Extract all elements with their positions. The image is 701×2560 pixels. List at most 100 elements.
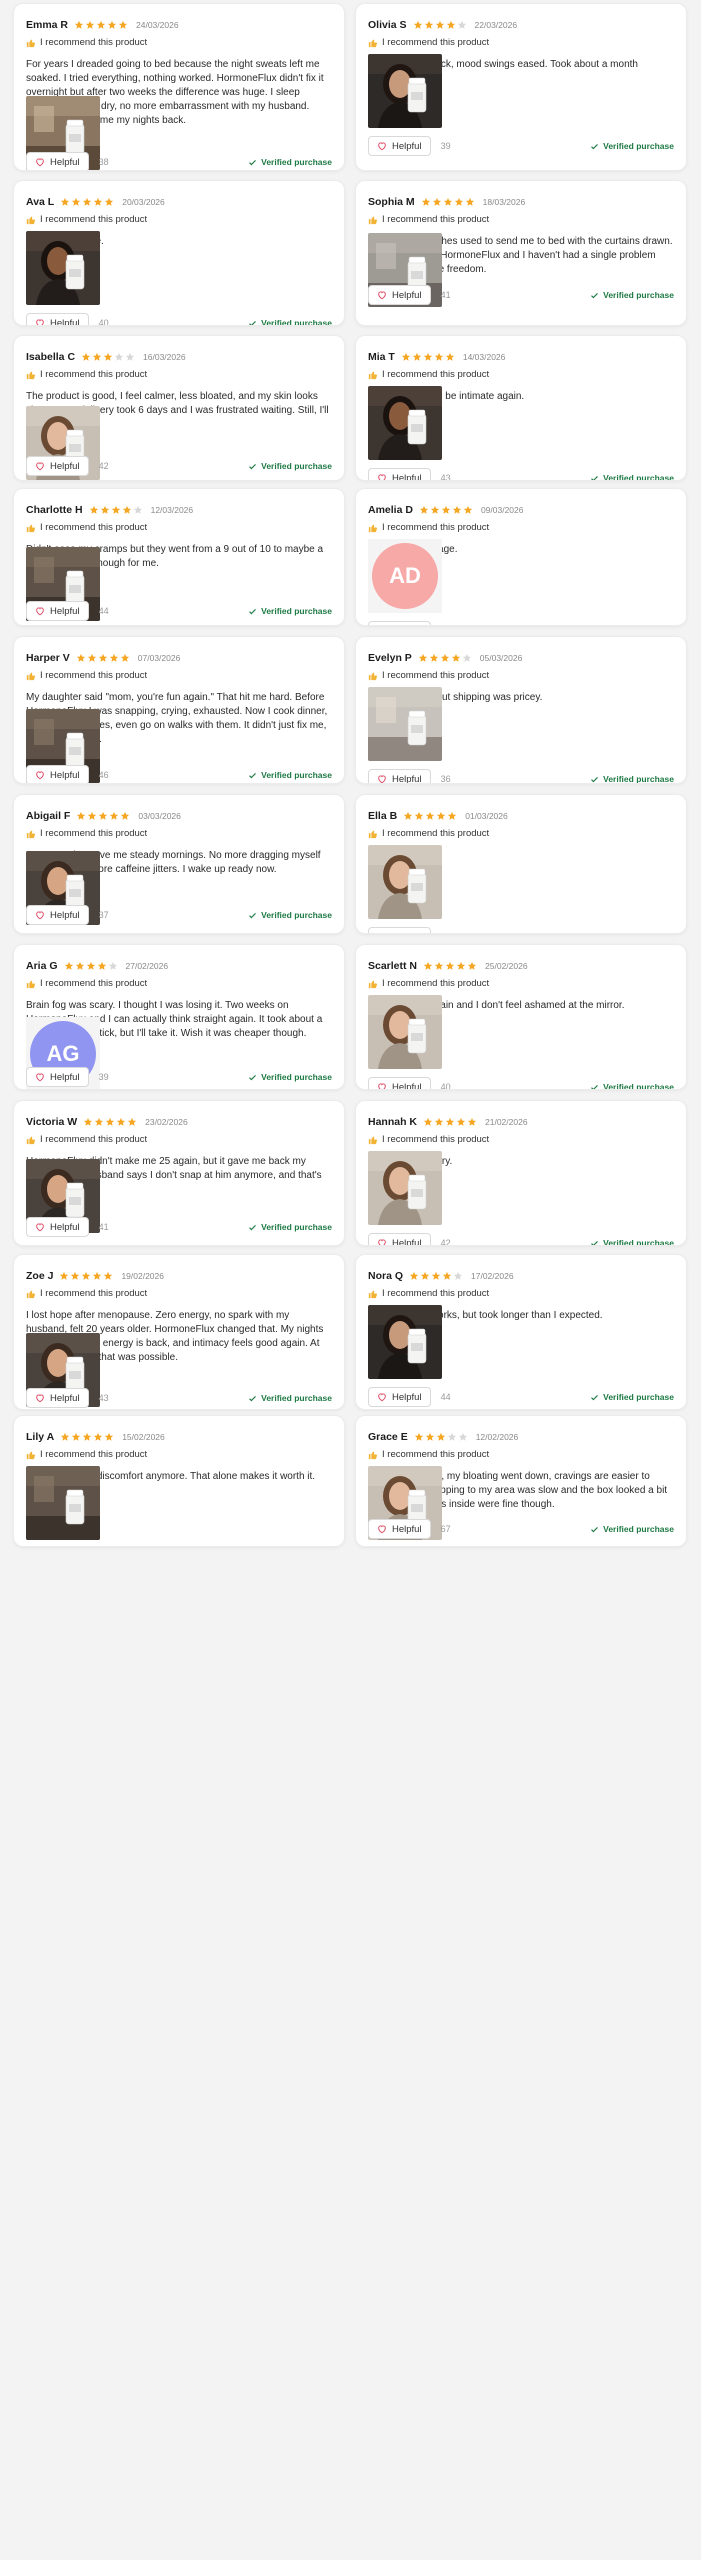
recommend-label: I recommend this product: [382, 828, 490, 839]
helpful-button[interactable]: Helpful: [26, 1067, 89, 1087]
star-icon: [83, 1117, 93, 1127]
helpful-button[interactable]: Helpful: [26, 152, 89, 170]
review-card: Scarlett N 25/02/2026 I recommend this p…: [355, 944, 687, 1090]
reviewer-name: Zoe J: [26, 1270, 54, 1282]
heart-icon: [377, 1238, 387, 1245]
star-icon: [118, 20, 128, 30]
check-icon: [590, 1525, 599, 1534]
recommend-label: I recommend this product: [40, 1449, 148, 1460]
review-header: Charlotte H 12/03/2026: [26, 503, 332, 517]
recommend-line: I recommend this product: [26, 369, 332, 380]
reviewer-name: Mia T: [368, 351, 395, 363]
thumbs-up-icon: [368, 523, 378, 533]
helpful-button[interactable]: Helpful: [26, 1217, 89, 1237]
recommend-line: I recommend this product: [368, 1288, 674, 1299]
helpful-button[interactable]: Helpful: [368, 468, 431, 481]
reviewer-name: Ava L: [26, 196, 55, 208]
review-card: Zoe J 19/02/2026 I recommend this produc…: [13, 1254, 345, 1410]
star-icon: [414, 811, 424, 821]
helpful-label: Helpful: [392, 472, 422, 481]
recommend-label: I recommend this product: [382, 1288, 490, 1299]
star-icon: [409, 1271, 419, 1281]
review-photo[interactable]: [26, 231, 100, 305]
star-rating: [59, 1271, 113, 1281]
review-card: Aria G 27/02/2026 I recommend this produ…: [13, 944, 345, 1090]
helpful-button[interactable]: Helpful: [26, 313, 89, 325]
star-rating: [81, 352, 135, 362]
star-icon: [452, 505, 462, 515]
review-card: Ava L 20/03/2026 I recommend this produc…: [13, 180, 345, 326]
verified-label: Verified purchase: [261, 770, 332, 780]
helpful-count: 41: [440, 290, 451, 300]
helpful-count: 39: [440, 141, 451, 151]
star-icon: [109, 811, 119, 821]
review-date: 07/03/2026: [137, 653, 181, 663]
helpful-label: Helpful: [392, 1523, 422, 1535]
review-photo[interactable]: [368, 687, 442, 761]
helpful-count: 42: [440, 1238, 451, 1246]
helpful-button[interactable]: Helpful: [368, 927, 431, 933]
star-icon: [467, 961, 477, 971]
star-icon: [443, 197, 453, 207]
review-photo[interactable]: [368, 1305, 442, 1379]
review-photo[interactable]: [368, 54, 442, 128]
helpful-button[interactable]: Helpful: [368, 1519, 431, 1539]
recommend-label: I recommend this product: [40, 828, 148, 839]
review-card: Charlotte H 12/03/2026 I recommend this …: [13, 488, 345, 626]
check-icon: [248, 158, 257, 167]
review-photo[interactable]: [368, 386, 442, 460]
thumbs-up-icon: [26, 671, 36, 681]
helpful-button[interactable]: Helpful: [26, 765, 89, 783]
helpful-count: 39: [98, 1072, 109, 1082]
helpful-button[interactable]: Helpful: [26, 456, 89, 476]
review-photo[interactable]: [368, 845, 442, 919]
heart-icon: [35, 910, 45, 920]
star-icon: [116, 1117, 126, 1127]
thumbs-up-icon: [368, 1450, 378, 1460]
review-footer: Helpful 41 Verified purchase: [26, 1217, 332, 1237]
helpful-button[interactable]: Helpful: [26, 905, 89, 925]
star-icon: [435, 20, 445, 30]
verified-label: Verified purchase: [261, 1222, 332, 1232]
helpful-button[interactable]: Helpful: [368, 769, 431, 783]
recommend-label: I recommend this product: [40, 522, 148, 533]
star-icon: [64, 961, 74, 971]
helpful-label: Helpful: [50, 460, 80, 472]
star-rating: [83, 1117, 137, 1127]
check-icon: [248, 1073, 257, 1082]
helpful-label: Helpful: [392, 140, 422, 152]
verified-label: Verified purchase: [603, 1524, 674, 1534]
verified-badge: Verified purchase: [590, 1238, 674, 1245]
verified-badge: Verified purchase: [248, 157, 332, 167]
star-icon: [436, 811, 446, 821]
helpful-label: Helpful: [50, 1071, 80, 1083]
star-rating: [403, 811, 457, 821]
review-photo[interactable]: [26, 1466, 100, 1540]
review-footer: Helpful 38 Verified purchase: [368, 927, 674, 933]
helpful-button[interactable]: Helpful: [368, 136, 431, 156]
review-card: Isabella C 16/03/2026 I recommend this p…: [13, 335, 345, 481]
review-photo[interactable]: [368, 1151, 442, 1225]
check-icon: [248, 319, 257, 325]
helpful-button[interactable]: Helpful: [368, 285, 431, 305]
helpful-button[interactable]: Helpful: [368, 621, 431, 625]
recommend-line: I recommend this product: [26, 1288, 332, 1299]
helpful-button[interactable]: Helpful: [26, 1388, 89, 1408]
star-icon: [100, 505, 110, 515]
review-photo[interactable]: [368, 995, 442, 1069]
helpful-count: 37: [98, 910, 109, 920]
helpful-button[interactable]: Helpful: [26, 601, 89, 621]
helpful-button[interactable]: Helpful: [368, 1387, 431, 1407]
avatar-initials: AD: [372, 543, 438, 609]
star-icon: [432, 197, 442, 207]
helpful-button[interactable]: Helpful: [368, 1233, 431, 1245]
recommend-line: I recommend this product: [26, 522, 332, 533]
review-header: Abigail F 03/03/2026: [26, 809, 332, 823]
review-card: Mia T 14/03/2026 I recommend this produc…: [355, 335, 687, 481]
helpful-button[interactable]: Helpful: [368, 1077, 431, 1089]
helpful-label: Helpful: [50, 1221, 80, 1233]
recommend-label: I recommend this product: [382, 670, 490, 681]
review-header: Emma R 24/03/2026: [26, 18, 332, 32]
review-date: 14/03/2026: [462, 352, 506, 362]
verified-badge: Verified purchase: [590, 1082, 674, 1089]
